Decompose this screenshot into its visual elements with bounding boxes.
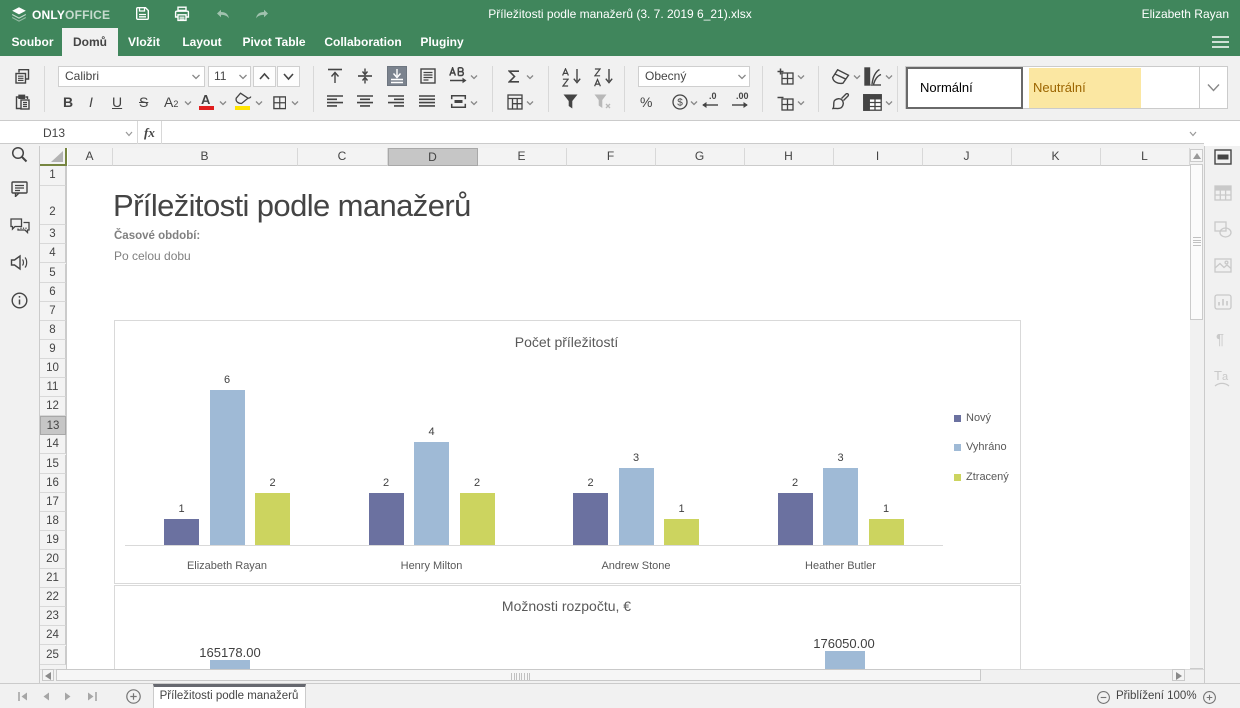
svg-text:$: $ bbox=[677, 98, 683, 109]
